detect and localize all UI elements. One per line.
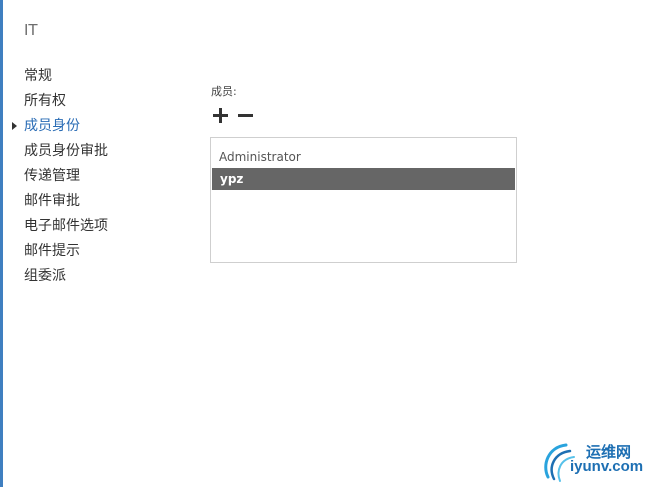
list-item[interactable]: ypz	[212, 168, 515, 190]
page-title: IT	[24, 21, 38, 39]
nav-item-group-delegation[interactable]: 组委派	[0, 264, 160, 289]
plus-icon-bar	[219, 108, 222, 123]
watermark-logo: 运维网 iyunv.com	[540, 437, 645, 485]
members-list[interactable]: Administrator ypz	[210, 137, 517, 263]
nav-item-email-options[interactable]: 电子邮件选项	[0, 214, 160, 239]
nav-item-message-approval[interactable]: 邮件审批	[0, 189, 160, 214]
nav-item-label: 常规	[24, 68, 52, 84]
nav-item-general[interactable]: 常规	[0, 64, 160, 89]
nav-item-label: 成员身份	[24, 118, 80, 134]
list-item[interactable]: Administrator	[211, 146, 516, 168]
plus-icon[interactable]	[212, 106, 230, 124]
member-name: ypz	[220, 172, 244, 186]
minus-icon[interactable]	[237, 106, 255, 124]
minus-icon-bar	[238, 114, 253, 117]
nav-item-label: 电子邮件选项	[24, 218, 108, 234]
watermark-domain: iyunv.com	[570, 458, 644, 475]
sidebar-nav: 常规 所有权 成员身份 成员身份审批 传递管理 邮件审批 电子邮件选项 邮件提示…	[0, 64, 160, 289]
nav-item-membership[interactable]: 成员身份	[0, 114, 160, 139]
members-label: 成员:	[211, 85, 237, 98]
nav-item-mailtip[interactable]: 邮件提示	[0, 239, 160, 264]
nav-item-label: 邮件审批	[24, 193, 80, 209]
member-name: Administrator	[219, 150, 301, 164]
nav-item-ownership[interactable]: 所有权	[0, 89, 160, 114]
nav-item-label: 成员身份审批	[24, 143, 108, 159]
nav-item-label: 邮件提示	[24, 243, 80, 259]
nav-item-label: 传递管理	[24, 168, 80, 184]
nav-item-label: 所有权	[24, 93, 66, 109]
nav-item-label: 组委派	[24, 268, 66, 284]
nav-item-membership-approval[interactable]: 成员身份审批	[0, 139, 160, 164]
nav-item-delivery-management[interactable]: 传递管理	[0, 164, 160, 189]
selected-arrow-icon	[12, 122, 17, 130]
